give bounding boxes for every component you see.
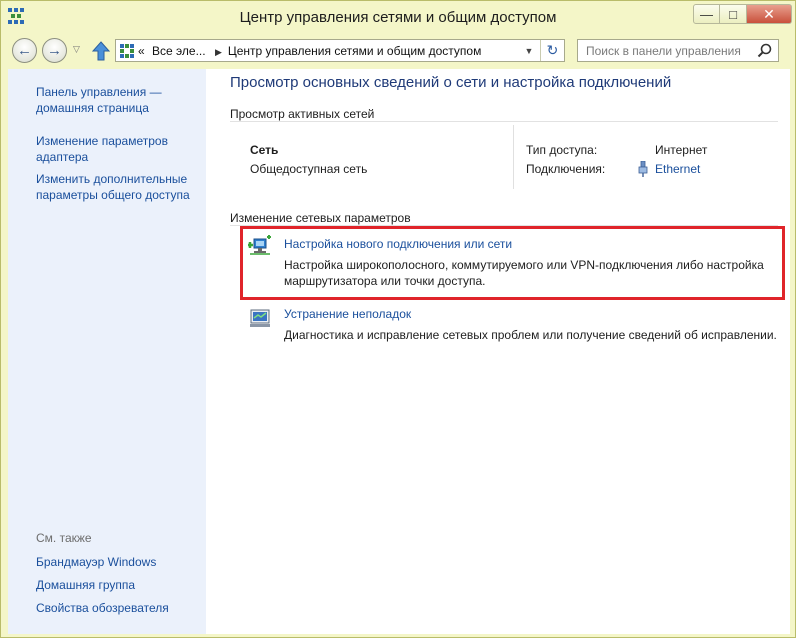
sidebar-link-label: Изменить дополнительные — [36, 172, 188, 186]
search-icon[interactable] — [757, 43, 772, 58]
access-type-value: Интернет — [655, 143, 708, 157]
sidebar-link-adapter-settings[interactable]: Изменение параметров адаптера — [36, 133, 168, 165]
window-title: Центр управления сетями и общим доступом — [239, 9, 557, 26]
see-also-firewall[interactable]: Брандмауэр Windows — [36, 554, 156, 570]
ethernet-connection-link[interactable]: Ethernet — [655, 162, 700, 176]
troubleshoot-icon — [250, 309, 270, 327]
connections-label: Подключения: — [526, 162, 606, 176]
see-also-heading: См. также — [36, 531, 92, 545]
address-bar[interactable]: « Все эле... ▶ Центр управления сетями и … — [115, 39, 565, 62]
window-border — [790, 69, 795, 634]
divider — [513, 125, 514, 189]
navigation-bar: ← → ▽ « Все эле... ▶ Центр управления сет… — [1, 34, 795, 68]
see-also-homegroup[interactable]: Домашняя группа — [36, 577, 135, 593]
change-settings-heading: Изменение сетевых параметров — [230, 211, 417, 225]
recent-pages-dropdown-icon[interactable]: ▽ — [73, 44, 80, 55]
back-button[interactable]: ← — [12, 38, 37, 63]
sidebar-link-control-panel-home[interactable]: Панель управления — домашняя страница — [36, 84, 162, 116]
troubleshoot-description: Диагностика и исправление сетевых пробле… — [284, 327, 779, 343]
breadcrumb-overflow[interactable]: « — [138, 44, 145, 58]
page-title: Просмотр основных сведений о сети и наст… — [230, 74, 672, 91]
maximize-button[interactable]: □ — [720, 4, 747, 24]
sidebar-link-advanced-sharing[interactable]: Изменить дополнительные параметры общего… — [36, 171, 190, 203]
search-placeholder: Поиск в панели управления — [586, 44, 741, 58]
description-line: Диагностика и исправление сетевых пробле… — [284, 328, 777, 342]
network-type-link[interactable]: Общедоступная сеть — [250, 162, 367, 176]
main-content: Просмотр основных сведений о сети и наст… — [206, 69, 790, 634]
sidebar-link-label: параметры общего доступа — [36, 188, 190, 202]
refresh-button[interactable]: ↻ — [540, 40, 564, 61]
see-also-internet-options[interactable]: Свойства обозревателя — [36, 600, 169, 616]
up-arrow-icon[interactable] — [92, 41, 110, 61]
breadcrumb-chevron-icon[interactable]: ▶ — [215, 47, 222, 57]
sidebar-link-label: Панель управления — — [36, 85, 162, 99]
minimize-button[interactable]: — — [693, 4, 720, 24]
close-button[interactable]: ✕ — [747, 4, 792, 24]
control-panel-icon — [120, 44, 134, 58]
ethernet-icon — [638, 161, 648, 177]
divider — [230, 121, 778, 122]
sidebar-link-label: домашняя страница — [36, 101, 149, 115]
forward-button[interactable]: → — [42, 38, 67, 63]
troubleshoot-link[interactable]: Устранение неполадок — [284, 307, 411, 321]
network-name: Сеть — [250, 143, 279, 157]
breadcrumb-item-current[interactable]: Центр управления сетями и общим доступом — [228, 44, 482, 58]
breadcrumb: « Все эле... ▶ Центр управления сетями и … — [138, 44, 481, 58]
window: Центр управления сетями и общим доступом… — [0, 0, 796, 638]
sidebar-link-label: адаптера — [36, 150, 89, 164]
breadcrumb-item-all[interactable]: Все эле... — [152, 44, 206, 58]
access-type-label: Тип доступа: — [526, 143, 598, 157]
highlight-box — [240, 226, 785, 300]
sidebar-link-label: Изменение параметров — [36, 134, 168, 148]
sidebar: Панель управления — домашняя страница Из… — [8, 69, 206, 634]
title-bar: Центр управления сетями и общим доступом… — [1, 1, 795, 34]
address-dropdown-button[interactable]: ▼ — [518, 40, 540, 61]
active-networks-heading: Просмотр активных сетей — [230, 107, 381, 121]
search-input[interactable]: Поиск в панели управления — [577, 39, 779, 62]
